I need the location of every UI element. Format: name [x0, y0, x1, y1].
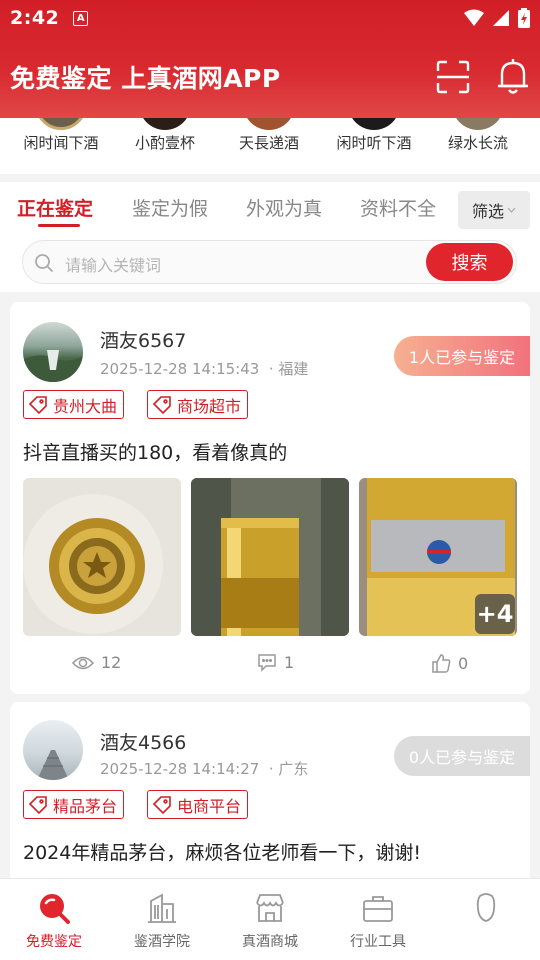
- shop-avatar: [139, 118, 191, 130]
- post-location: · 福建: [268, 360, 309, 378]
- search-placeholder: 请输入关键词: [65, 256, 162, 275]
- tag-label: 精品茅台: [53, 796, 118, 816]
- shop-label: 闲时闻下酒: [23, 134, 99, 152]
- storefront-icon: [256, 894, 284, 922]
- shop-item[interactable]: 小酌壹杯: [115, 118, 215, 153]
- nav-label: 免费鉴定: [26, 934, 82, 950]
- wifi-icon: [464, 9, 484, 26]
- username[interactable]: 酒友4566: [100, 728, 186, 755]
- nav-profile[interactable]: [432, 879, 540, 960]
- chevron-down-icon: [507, 207, 516, 213]
- channel-tag[interactable]: 商场超市: [147, 390, 249, 419]
- status-bar: 2:42 A: [0, 0, 540, 36]
- bell-icon[interactable]: [496, 58, 530, 96]
- bottle-icon: [476, 893, 496, 922]
- shop-avatar: [452, 118, 504, 130]
- tag-label: 商场超市: [177, 396, 242, 416]
- shop-item[interactable]: 绿水长流: [428, 118, 528, 153]
- search-row: 请输入关键词 搜索: [0, 234, 540, 292]
- post-datetime: 2025-12-28 14:14:27 · 广东: [100, 760, 309, 778]
- tag-icon: [152, 795, 171, 814]
- post-text: 抖音直播买的180，看着像真的: [23, 442, 288, 464]
- shop-item[interactable]: 天長递酒: [219, 118, 319, 153]
- shop-label: 绿水长流: [447, 134, 508, 152]
- header-actions: [436, 58, 530, 96]
- post-image[interactable]: [191, 478, 349, 636]
- content-scroll[interactable]: 闲时闻下酒 小酌壹杯 天長递酒 闲时听下酒 绿水长流 正在鉴定 鉴定为假 外观为…: [0, 118, 540, 878]
- participate-badge[interactable]: 0人已参与鉴定: [394, 736, 530, 776]
- building-icon: [148, 893, 176, 923]
- nav-store[interactable]: 真酒商城: [216, 879, 324, 960]
- notification-a-icon: A: [73, 10, 89, 26]
- shop-item[interactable]: 闲时听下酒: [324, 118, 424, 153]
- nav-label: 行业工具: [350, 934, 406, 950]
- shop-avatar: [348, 118, 400, 130]
- shop-strip: 闲时闻下酒 小酌壹杯 天長递酒 闲时听下酒 绿水长流: [0, 118, 540, 174]
- post-card[interactable]: 酒友4566 2025-12-28 14:14:27 · 广东 0人已参与鉴定 …: [10, 702, 530, 878]
- views-stat: 12: [72, 653, 121, 672]
- post-image[interactable]: +4: [359, 478, 517, 636]
- nav-industry-tools[interactable]: 行业工具: [324, 879, 432, 960]
- comment-icon: [258, 654, 276, 672]
- participate-badge[interactable]: 1人已参与鉴定: [394, 336, 530, 376]
- scan-icon[interactable]: [436, 60, 470, 94]
- filter-label: 筛选: [471, 202, 504, 221]
- battery-icon: [518, 8, 530, 28]
- avatar[interactable]: [23, 720, 83, 780]
- app-header: 2:42 A 免费鉴定 上真酒网APP: [0, 0, 540, 118]
- search-icon: [35, 254, 54, 273]
- tab-looks-genuine[interactable]: 外观为真: [246, 194, 322, 221]
- search-input[interactable]: 请输入关键词 搜索: [22, 240, 517, 284]
- shop-item[interactable]: 闲时闻下酒: [11, 118, 111, 153]
- brand-tag[interactable]: 精品茅台: [23, 790, 125, 819]
- shop-label: 小酌壹杯: [134, 134, 195, 152]
- signal-icon: [493, 10, 509, 26]
- search-button[interactable]: 搜索: [426, 243, 513, 281]
- more-images-badge[interactable]: +4: [475, 594, 515, 634]
- eye-icon: [72, 656, 94, 669]
- nav-academy[interactable]: 鉴酒学院: [108, 879, 216, 960]
- comments-stat[interactable]: 1: [257, 653, 294, 672]
- active-tab-indicator: [38, 224, 80, 227]
- post-datetime: 2025-12-28 14:15:43 · 福建: [100, 360, 309, 378]
- title-row: 免费鉴定 上真酒网APP: [0, 36, 540, 118]
- status-tabs: 正在鉴定 鉴定为假 外观为真 资料不全 筛选: [0, 182, 540, 234]
- shop-label: 闲时听下酒: [336, 134, 412, 152]
- post-image[interactable]: [23, 478, 181, 636]
- avatar[interactable]: [23, 322, 83, 382]
- tag-icon: [152, 395, 171, 414]
- post-location: · 广东: [268, 760, 309, 778]
- briefcase-icon: [363, 896, 393, 922]
- brand-tag[interactable]: 贵州大曲: [23, 390, 125, 419]
- status-icons: [464, 8, 530, 28]
- comments-count: 1: [284, 653, 295, 672]
- username[interactable]: 酒友6567: [100, 326, 186, 353]
- likes-count: 0: [458, 653, 469, 673]
- tab-incomplete-info[interactable]: 资料不全: [360, 194, 436, 221]
- tag-label: 电商平台: [177, 796, 242, 816]
- tab-fake[interactable]: 鉴定为假: [132, 194, 208, 221]
- page-title: 免费鉴定 上真酒网APP: [10, 64, 281, 93]
- filter-button[interactable]: 筛选: [458, 191, 530, 229]
- shop-avatar: [35, 118, 87, 130]
- views-count: 12: [101, 653, 122, 672]
- likes-stat[interactable]: 0: [431, 653, 468, 673]
- tag-label: 贵州大曲: [53, 396, 118, 416]
- magnifier-icon: [40, 894, 70, 924]
- nav-label: 鉴酒学院: [134, 934, 190, 950]
- post-card[interactable]: 酒友6567 2025-12-28 14:15:43 · 福建 1人已参与鉴定 …: [10, 302, 530, 694]
- tab-in-progress[interactable]: 正在鉴定: [17, 194, 93, 221]
- bottom-nav: 免费鉴定 鉴酒学院 真酒商城 行业工具: [0, 878, 540, 960]
- shop-avatar: [243, 118, 295, 130]
- tag-icon: [28, 795, 47, 814]
- shop-label: 天長递酒: [238, 134, 299, 152]
- tag-icon: [28, 395, 47, 414]
- channel-tag[interactable]: 电商平台: [147, 790, 249, 819]
- status-time: 2:42: [10, 7, 60, 29]
- thumbs-up-icon: [432, 654, 451, 673]
- nav-label: 真酒商城: [242, 934, 298, 950]
- post-text: 2024年精品茅台，麻烦各位老师看一下，谢谢!: [23, 842, 421, 864]
- nav-free-appraisal[interactable]: 免费鉴定: [0, 879, 108, 960]
